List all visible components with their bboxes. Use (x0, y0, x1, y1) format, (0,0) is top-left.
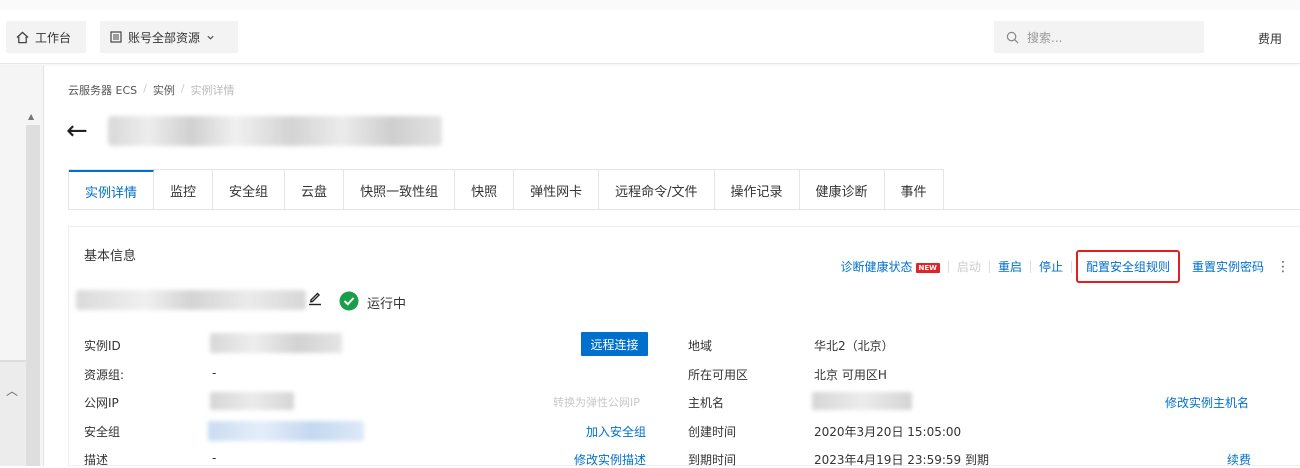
expire-label: 到期时间 (688, 453, 737, 467)
region-label: 地域 (688, 339, 713, 353)
breadcrumb-instances[interactable]: 实例 (153, 82, 175, 98)
breadcrumb-current: 实例详情 (190, 84, 235, 97)
join-security-group-link[interactable]: 加入安全组 (586, 423, 646, 440)
restart-link[interactable]: 重启 (990, 258, 1030, 275)
breadcrumb: 云服务器 ECS / 实例 / 实例详情 (68, 82, 235, 98)
zone-value: 北京 可用区H (814, 368, 887, 382)
status-text: 运行中 (367, 297, 407, 312)
fee-link[interactable]: 费用 (1258, 30, 1282, 47)
diagnose-label: 诊断健康状态 (840, 260, 913, 274)
description-value: - (212, 451, 217, 465)
expire-value: 2023年4月19日 23:59:59 到期 (814, 453, 989, 467)
workbench-label: 工作台 (35, 30, 72, 45)
modify-hostname-link[interactable]: 修改实例主机名 (1165, 394, 1249, 411)
hostname-redacted (812, 392, 912, 410)
description-label: 描述 (84, 453, 109, 467)
instance-name-redacted (76, 290, 306, 310)
action-bar: 诊断健康状态 NEW 启动 重启 停止 配置安全组规则 重置实例密码 ⋮ (833, 250, 1290, 283)
tab-enis[interactable]: 弹性网卡 (514, 170, 600, 210)
convert-eip-link: 转换为弹性公网IP (553, 396, 640, 409)
created-value: 2020年3月20日 15:05:00 (814, 425, 962, 439)
instance-title-redacted (108, 116, 442, 146)
search-placeholder: 搜索... (1027, 30, 1063, 45)
new-badge: NEW (915, 262, 940, 273)
detail-tabs: 实例详情 监控 安全组 云盘 快照一致性组 快照 弹性网卡 远程命令/文件 操作… (68, 169, 944, 210)
stop-link[interactable]: 停止 (1031, 258, 1071, 275)
created-label: 创建时间 (688, 425, 737, 439)
resources-dropdown[interactable]: 账号全部资源 (100, 21, 238, 53)
tabs-underline (68, 209, 1300, 210)
config-security-group-link[interactable]: 配置安全组规则 (1075, 250, 1180, 283)
tab-monitoring[interactable]: 监控 (154, 170, 214, 210)
breadcrumb-separator: / (143, 82, 147, 95)
tab-disks[interactable]: 云盘 (285, 170, 345, 210)
region-value: 华北2（北京） (814, 339, 894, 353)
chevron-up-icon[interactable]: ︿ (6, 382, 18, 399)
tab-security-groups[interactable]: 安全组 (213, 170, 286, 210)
public-ip-redacted (210, 392, 294, 410)
workbench-button[interactable]: 工作台 (6, 21, 86, 53)
diagnose-link[interactable]: 诊断健康状态 NEW (833, 258, 948, 275)
breadcrumb-ecs[interactable]: 云服务器 ECS (68, 82, 137, 98)
sidebar-scrollbar[interactable] (26, 125, 40, 466)
security-group-label: 安全组 (84, 425, 121, 439)
tab-instance-details[interactable]: 实例详情 (69, 170, 155, 210)
tab-snapshot-consistency-groups[interactable]: 快照一致性组 (344, 170, 456, 210)
action-divider (1070, 260, 1072, 273)
edit-icon[interactable] (308, 290, 322, 306)
top-strip (0, 0, 1300, 10)
resources-label: 账号全部资源 (128, 30, 201, 45)
security-group-redacted[interactable] (208, 421, 364, 441)
tab-remote-commands[interactable]: 远程命令/文件 (599, 170, 715, 210)
top-navbar: 工作台 账号全部资源 搜索... 费用 (0, 0, 1300, 64)
zone-label: 所在可用区 (688, 368, 749, 382)
reset-password-link[interactable]: 重置实例密码 (1184, 258, 1272, 275)
running-status-icon (339, 291, 359, 311)
public-ip-label: 公网IP (84, 396, 119, 410)
breadcrumb-separator: / (180, 82, 185, 95)
search-icon (1006, 31, 1019, 43)
back-arrow-icon[interactable]: ← (66, 118, 88, 144)
start-link: 启动 (956, 260, 981, 274)
modify-description-link[interactable]: 修改实例描述 (574, 451, 646, 468)
resource-group-value: - (212, 366, 217, 380)
resource-group-label: 资源组: (84, 368, 125, 382)
card-title: 基本信息 (84, 249, 137, 264)
chevron-down-icon (207, 35, 214, 40)
home-icon (16, 31, 29, 43)
list-icon (110, 31, 122, 43)
hostname-label: 主机名 (688, 396, 725, 410)
tab-snapshots[interactable]: 快照 (455, 170, 515, 210)
tab-events[interactable]: 事件 (884, 170, 943, 210)
scroll-up-icon[interactable]: ▲ (28, 112, 34, 121)
tab-health-diagnosis[interactable]: 健康诊断 (799, 170, 885, 210)
tab-operation-logs[interactable]: 操作记录 (714, 170, 800, 210)
instance-id-label: 实例ID (84, 339, 121, 353)
more-options-icon[interactable]: ⋮ (1272, 259, 1290, 275)
renew-link[interactable]: 续费 (1227, 451, 1251, 468)
sidebar-collapse-panel (0, 362, 26, 466)
instance-id-redacted (210, 333, 342, 353)
search-input[interactable]: 搜索... (994, 21, 1204, 53)
remote-connect-button[interactable]: 远程连接 (581, 332, 648, 356)
